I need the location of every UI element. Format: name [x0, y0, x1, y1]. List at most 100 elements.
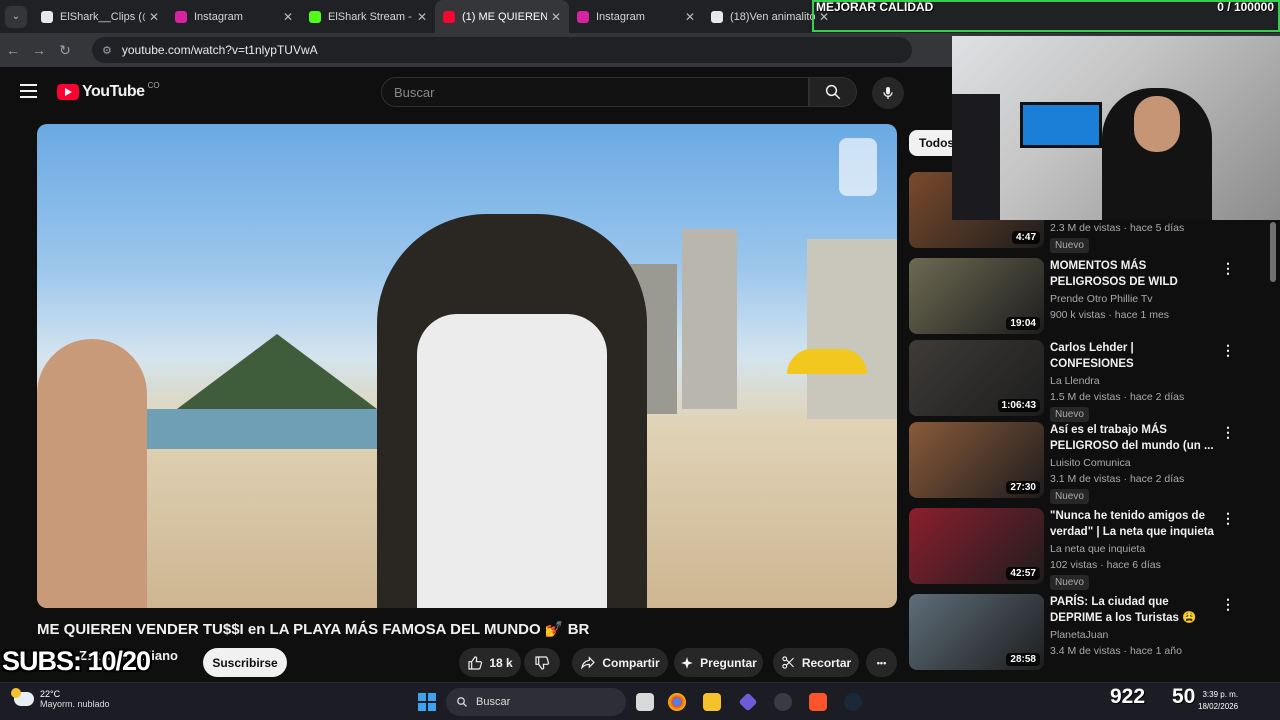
- tab-favicon-icon: [577, 10, 589, 23]
- youtube-header: YouTube CO Buscar: [0, 67, 952, 117]
- recommendation-channel[interactable]: La neta que inquieta: [1050, 543, 1145, 555]
- chip-all[interactable]: Todos: [909, 130, 954, 156]
- site-info-icon[interactable]: ⚙: [102, 44, 112, 57]
- youtube-play-icon: [57, 84, 79, 100]
- task-view-icon[interactable]: [636, 693, 654, 711]
- more-options-icon[interactable]: ⋮: [1221, 510, 1235, 527]
- url-text: youtube.com/watch?v=t1nlypTUVwA: [121, 43, 318, 57]
- microphone-icon: [883, 87, 893, 99]
- tab-title: ElShark__Clips (@el: [60, 10, 145, 23]
- app-icon[interactable]: [738, 692, 758, 712]
- tab-title: ElShark Stream - V: [328, 10, 413, 23]
- browser-tab[interactable]: Instagram ✕: [569, 0, 703, 33]
- webcam-scene-face: [1134, 96, 1180, 152]
- more-actions-button[interactable]: •••: [866, 648, 897, 677]
- recommendation-title[interactable]: "Nunca he tenido amigos de verdad" | La …: [1050, 508, 1215, 540]
- subs-goal-overlay: SUBS: 10/20: [2, 646, 151, 676]
- browser-tab[interactable]: (1) ME QUIEREN V ✕: [435, 0, 569, 33]
- logo-text: YouTube: [82, 83, 145, 100]
- ask-label: Preguntar: [700, 655, 757, 670]
- video-duration: 19:04: [1006, 317, 1040, 330]
- thumbs-down-icon: [535, 655, 550, 670]
- tab-favicon-icon: [309, 10, 321, 23]
- clock-date: 18/02/2026: [1198, 702, 1239, 711]
- windows-taskbar: 22°C Mayorm. nublado Buscar 922 50 3:39 …: [0, 682, 1280, 720]
- ask-button[interactable]: Preguntar: [674, 648, 763, 677]
- tab-close-icon[interactable]: ✕: [551, 10, 561, 24]
- recommendation-meta: 3.4 M de vistas · hace 1 año: [1050, 645, 1182, 657]
- clip-button[interactable]: Recortar: [773, 648, 859, 677]
- weather-widget[interactable]: 22°C Mayorm. nublado: [11, 688, 110, 709]
- more-options-icon[interactable]: ⋮: [1221, 596, 1235, 613]
- more-options-icon[interactable]: ⋮: [1221, 260, 1235, 277]
- file-explorer-icon[interactable]: [703, 693, 721, 711]
- forward-icon[interactable]: →: [26, 42, 52, 58]
- tab-favicon-icon: [41, 10, 53, 23]
- menu-icon[interactable]: [20, 84, 37, 98]
- video-duration: 42:57: [1006, 567, 1040, 580]
- chrome-icon[interactable]: [668, 693, 686, 711]
- recommendation-title[interactable]: Así es el trabajo MÁS PELIGROSO del mund…: [1050, 422, 1215, 454]
- recommendation-meta: 900 k vistas · hace 1 mes: [1050, 309, 1170, 321]
- more-options-icon[interactable]: ⋮: [1221, 342, 1235, 359]
- youtube-logo[interactable]: YouTube CO: [57, 81, 160, 101]
- more-options-icon[interactable]: ⋮: [1221, 424, 1235, 441]
- tab-close-icon[interactable]: ✕: [417, 10, 427, 24]
- tab-close-icon[interactable]: ✕: [149, 10, 159, 24]
- system-clock[interactable]: 3:39 p. m. 18/02/2026: [1198, 689, 1238, 713]
- like-button[interactable]: 18 k: [459, 648, 521, 677]
- tab-title: Instagram: [194, 10, 243, 23]
- video-scene-towel: [417, 314, 607, 608]
- brave-icon[interactable]: [809, 693, 827, 711]
- search-button[interactable]: [809, 77, 857, 107]
- tab-search-button[interactable]: ⌄: [5, 5, 27, 28]
- app-icon[interactable]: [774, 693, 792, 711]
- address-bar[interactable]: ⚙ youtube.com/watch?v=t1nlypTUVwA: [92, 37, 912, 63]
- steam-icon[interactable]: [844, 693, 862, 711]
- recommendation-thumbnail[interactable]: 1:06:43: [909, 340, 1044, 416]
- recommendation-title[interactable]: MOMENTOS MÁS PELIGROSOS DE WILD FRANK: [1050, 258, 1215, 290]
- search-input[interactable]: Buscar: [381, 77, 809, 107]
- screen: ⌄ ElShark__Clips (@el✕Instagram✕ElShark …: [0, 0, 1280, 720]
- browser-tab[interactable]: ElShark__Clips (@el ✕: [33, 0, 167, 33]
- reload-icon[interactable]: ↻: [52, 42, 78, 59]
- browser-tab[interactable]: ElShark Stream - V ✕: [301, 0, 435, 33]
- sidebar-scrollbar[interactable]: [1270, 222, 1276, 282]
- search-icon: [457, 697, 467, 707]
- recommendation-title[interactable]: Carlos Lehder | CONFESIONES: [1050, 340, 1215, 372]
- thumbs-up-icon: [468, 655, 483, 670]
- goal-label: MEJORAR CALIDAD: [816, 0, 934, 14]
- voice-search-button[interactable]: [872, 77, 904, 109]
- tab-favicon-icon: [443, 10, 455, 23]
- search-icon: [825, 84, 841, 100]
- taskbar-search[interactable]: Buscar: [446, 688, 626, 716]
- share-button[interactable]: Compartir: [572, 648, 668, 677]
- share-icon: [581, 655, 596, 670]
- tab-close-icon[interactable]: ✕: [685, 10, 695, 24]
- dislike-button[interactable]: [524, 648, 560, 677]
- recommendation-channel[interactable]: PlanetaJuan: [1050, 629, 1108, 641]
- video-duration: 1:06:43: [997, 399, 1040, 412]
- overlay-digits-left: 922: [1110, 685, 1146, 708]
- taskbar-search-label: Buscar: [476, 696, 511, 708]
- video-player[interactable]: [37, 124, 897, 608]
- new-badge: Nuevo: [1050, 489, 1089, 504]
- video-duration: 28:58: [1006, 653, 1040, 666]
- recommendation-channel[interactable]: La Llendra: [1050, 375, 1100, 387]
- video-scene-umbrella: [787, 349, 867, 374]
- recommendation-thumbnail[interactable]: 42:57: [909, 508, 1044, 584]
- search-placeholder: Buscar: [394, 84, 435, 100]
- recommendation-title[interactable]: PARÍS: La ciudad que DEPRIME a los Turis…: [1050, 594, 1215, 626]
- windows-start-icon[interactable]: [418, 693, 436, 711]
- tab-close-icon[interactable]: ✕: [283, 10, 293, 24]
- video-scene-woman: [37, 339, 147, 608]
- recommendation-thumbnail[interactable]: 28:58: [909, 594, 1044, 670]
- recommendation-channel[interactable]: Prende Otro Phillie Tv: [1050, 293, 1153, 305]
- browser-tab[interactable]: Instagram ✕: [167, 0, 301, 33]
- recommendation-channel[interactable]: Luisito Comunica: [1050, 457, 1131, 469]
- back-icon[interactable]: ←: [0, 42, 26, 58]
- recommendation-thumbnail[interactable]: 19:04: [909, 258, 1044, 334]
- recommendation-thumbnail[interactable]: 27:30: [909, 422, 1044, 498]
- subscribe-button[interactable]: Suscribirse: [203, 648, 287, 677]
- clock-time: 3:39 p. m.: [1202, 690, 1239, 699]
